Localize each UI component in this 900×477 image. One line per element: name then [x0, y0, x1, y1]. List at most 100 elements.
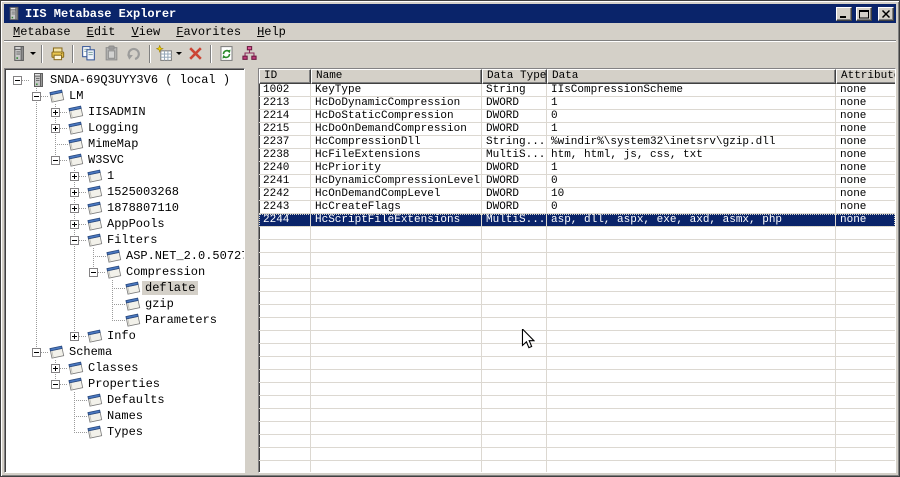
- menu-edit[interactable]: Edit: [79, 24, 124, 40]
- empty-cell: [547, 383, 836, 396]
- column-header-data-type[interactable]: Data Type: [482, 69, 547, 84]
- new-key-button[interactable]: [154, 43, 184, 65]
- menu-metabase[interactable]: Metabase: [5, 24, 79, 40]
- tree-item-label[interactable]: LM: [66, 89, 86, 103]
- dropdown-arrow-icon[interactable]: [30, 52, 36, 55]
- tree-item-label[interactable]: W3SVC: [85, 153, 127, 167]
- tree-item-label[interactable]: MimeMap: [85, 137, 141, 151]
- menu-favorites[interactable]: Favorites: [168, 24, 249, 40]
- collapse-toggle-icon[interactable]: [70, 236, 79, 245]
- expand-toggle-icon[interactable]: [51, 108, 60, 117]
- collapse-toggle-icon[interactable]: [32, 92, 41, 101]
- cell-attributes: none: [836, 188, 895, 201]
- key-icon: [87, 328, 103, 344]
- copy-button[interactable]: [77, 43, 100, 65]
- expand-toggle-icon[interactable]: [70, 172, 79, 181]
- column-header-data[interactable]: Data: [547, 69, 836, 84]
- tree-item-label[interactable]: Classes: [85, 361, 141, 375]
- empty-cell: [482, 344, 547, 357]
- collapse-toggle-icon[interactable]: [51, 380, 60, 389]
- empty-cell: [547, 240, 836, 253]
- new-key-icon: [156, 45, 173, 62]
- table-row-2240[interactable]: 2240 HcPriority DWORD 1 none: [259, 162, 895, 175]
- tree-item-label[interactable]: Filters: [104, 233, 160, 247]
- column-header-attributes[interactable]: Attributes: [836, 69, 895, 84]
- collapse-toggle-icon[interactable]: [51, 156, 60, 165]
- expand-toggle-icon[interactable]: [70, 188, 79, 197]
- tree-item-label[interactable]: Info: [104, 329, 139, 343]
- cell-name: HcOnDemandCompLevel: [311, 188, 482, 201]
- key-icon: [68, 136, 84, 152]
- tree-item-label[interactable]: 1878807110: [104, 201, 182, 215]
- tree-item-label[interactable]: gzip: [142, 297, 177, 311]
- column-header-name[interactable]: Name: [311, 69, 482, 84]
- table-row-2243[interactable]: 2243 HcCreateFlags DWORD 0 none: [259, 201, 895, 214]
- cell-id: 2241: [259, 175, 311, 188]
- key-icon: [87, 184, 103, 200]
- tree-view-button[interactable]: [238, 43, 261, 65]
- tree-guide-line: [36, 248, 37, 264]
- table-row-2215[interactable]: 2215 HcDoOnDemandCompression DWORD 1 none: [259, 123, 895, 136]
- tree-item-logging: Logging: [5, 120, 244, 136]
- empty-cell: [836, 292, 895, 305]
- tree-item-label[interactable]: Compression: [123, 265, 208, 279]
- empty-cell: [259, 422, 311, 435]
- cell-data: 1: [547, 97, 836, 110]
- tree-item-label[interactable]: Parameters: [142, 313, 220, 327]
- key-icon: [68, 376, 84, 392]
- tree-item-label[interactable]: SNDA-69Q3UYY3V6 ( local ): [47, 73, 233, 87]
- printer-button[interactable]: [46, 43, 69, 65]
- table-row-2242[interactable]: 2242 HcOnDemandCompLevel DWORD 10 none: [259, 188, 895, 201]
- collapse-toggle-icon[interactable]: [89, 268, 98, 277]
- connect-server-button[interactable]: [8, 43, 38, 65]
- expand-toggle-icon[interactable]: [51, 124, 60, 133]
- key-icon: [87, 392, 103, 408]
- tree-item-label[interactable]: 1: [104, 169, 117, 183]
- table-row-2244[interactable]: 2244 HcScriptFileExtensions MultiS... asp, …: [259, 214, 895, 227]
- expand-toggle-icon[interactable]: [70, 332, 79, 341]
- table-row-2237[interactable]: 2237 HcCompressionDll String... %windir%\sy…: [259, 136, 895, 149]
- collapse-toggle-icon[interactable]: [13, 76, 22, 85]
- tree-item-label[interactable]: Schema: [66, 345, 115, 359]
- tree-item-label[interactable]: 1525003268: [104, 185, 182, 199]
- tree-item-label[interactable]: Properties: [85, 377, 163, 391]
- cell-name: HcDoOnDemandCompression: [311, 123, 482, 136]
- table-row-2213[interactable]: 2213 HcDoDynamicCompression DWORD 1 none: [259, 97, 895, 110]
- table-empty-row: [259, 435, 895, 448]
- table-row-1002[interactable]: 1002 KeyType String IIsCompressionScheme non…: [259, 84, 895, 97]
- refresh-button[interactable]: [215, 43, 238, 65]
- empty-cell: [311, 383, 482, 396]
- expand-toggle-icon[interactable]: [70, 204, 79, 213]
- tree-item-label[interactable]: Defaults: [104, 393, 168, 407]
- cell-data-type: DWORD: [482, 162, 547, 175]
- tree-item-label[interactable]: Logging: [85, 121, 141, 135]
- menu-view[interactable]: View: [123, 24, 168, 40]
- table-row-2214[interactable]: 2214 HcDoStaticCompression DWORD 0 none: [259, 110, 895, 123]
- column-header-id[interactable]: ID: [259, 69, 311, 84]
- table-row-2238[interactable]: 2238 HcFileExtensions MultiS... htm, html, …: [259, 149, 895, 162]
- tree-item-label[interactable]: IISADMIN: [85, 105, 149, 119]
- tree-guide-line: [36, 168, 37, 184]
- cell-attributes: none: [836, 162, 895, 175]
- empty-cell: [259, 344, 311, 357]
- tree-item-label[interactable]: AppPools: [104, 217, 168, 231]
- table-row-2241[interactable]: 2241 HcDynamicCompressionLevel DWORD 0 none: [259, 175, 895, 188]
- cell-attributes: none: [836, 97, 895, 110]
- tree-item-label[interactable]: Names: [104, 409, 146, 423]
- empty-cell: [259, 253, 311, 266]
- tree-item-label[interactable]: ASP.NET_2.0.50727.0: [123, 249, 244, 263]
- empty-cell: [547, 396, 836, 409]
- splitter[interactable]: [245, 68, 258, 473]
- maximize-button[interactable]: [856, 6, 872, 21]
- close-button[interactable]: [878, 6, 894, 21]
- minimize-button[interactable]: [836, 6, 852, 21]
- delete-button[interactable]: [184, 43, 207, 65]
- tree-item-label[interactable]: Types: [104, 425, 146, 439]
- cell-name: HcDynamicCompressionLevel: [311, 175, 482, 188]
- menu-help[interactable]: Help: [249, 24, 294, 40]
- expand-toggle-icon[interactable]: [51, 364, 60, 373]
- dropdown-arrow-icon[interactable]: [176, 52, 182, 55]
- collapse-toggle-icon[interactable]: [32, 348, 41, 357]
- tree-item-label[interactable]: deflate: [142, 281, 199, 295]
- expand-toggle-icon[interactable]: [70, 220, 79, 229]
